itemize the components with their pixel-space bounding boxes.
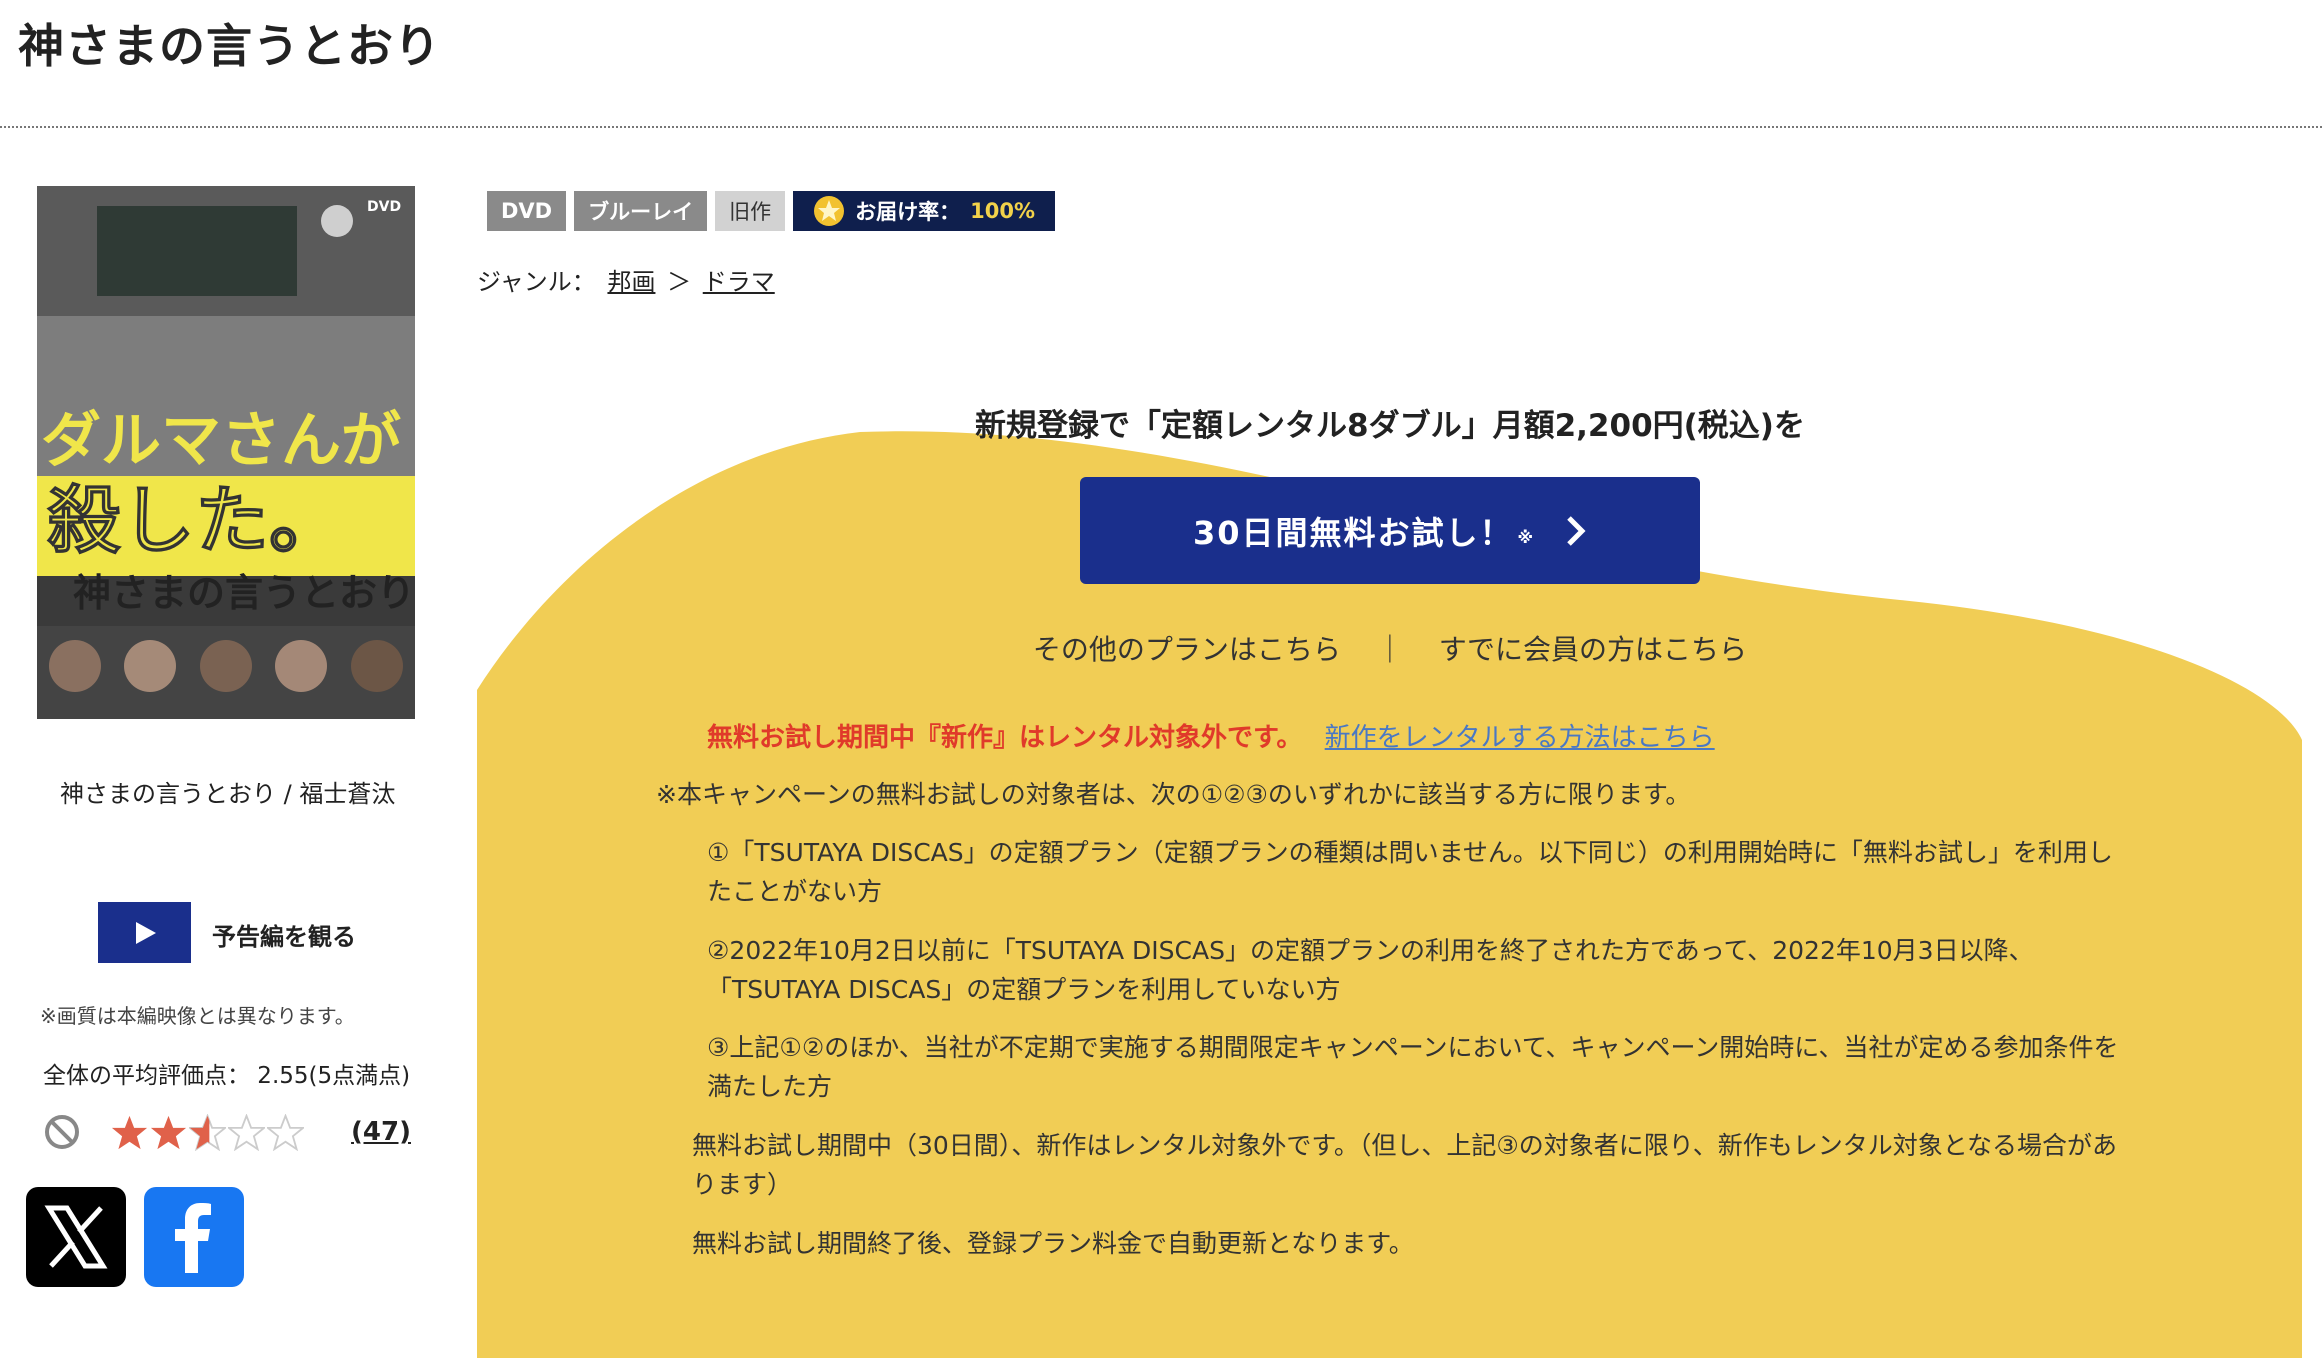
delivery-percent: 100% bbox=[970, 199, 1036, 223]
new-release-warning: 無料お試し期間中『新作』はレンタル対象外です。 bbox=[707, 723, 1303, 753]
free-trial-button[interactable]: 30日間無料お試し！ ※ bbox=[1080, 477, 1700, 584]
terms-auto-renewal: 無料お試し期間終了後、登録プラン料金で自動更新となります。 bbox=[692, 1229, 1414, 1258]
new-release-notice: 無料お試し期間中『新作』はレンタル対象外です。 新作をレンタルする方法はこちら bbox=[707, 717, 1715, 754]
star-empty-icon bbox=[228, 1113, 265, 1151]
star-full-icon bbox=[150, 1115, 187, 1149]
not-interested-icon[interactable] bbox=[43, 1113, 81, 1151]
share-x-button[interactable] bbox=[26, 1187, 126, 1287]
genre-label: ジャンル： bbox=[477, 268, 596, 296]
cover-image[interactable]: DVD ダルマさんが 殺した。 神さまの言うとおり bbox=[37, 186, 415, 719]
title-divider bbox=[0, 126, 2322, 128]
cover-caption: 神さまの言うとおり / 福士蒼汰 bbox=[60, 780, 396, 808]
badge-delivery-rate: お届け率： 100% bbox=[793, 191, 1056, 231]
star-empty-icon bbox=[267, 1113, 304, 1151]
genre-link-hogaku[interactable]: 邦画 bbox=[607, 268, 655, 296]
star-half-icon bbox=[189, 1113, 226, 1151]
free-trial-note-mark: ※ bbox=[1517, 528, 1536, 547]
cover-text-bottom: 殺した。 bbox=[47, 478, 343, 564]
link-separator: ｜ bbox=[1375, 633, 1404, 666]
trailer-label[interactable]: 予告編を観る bbox=[212, 917, 356, 952]
dvd-logo: DVD bbox=[367, 199, 401, 215]
badge-dvd: DVD bbox=[487, 191, 567, 231]
quality-note: ※画質は本編映像とは異なります。 bbox=[40, 1004, 355, 1028]
terms-item-1: ①「TSUTAYA DISCAS」の定額プラン（定額プランの種類は問いません。以… bbox=[707, 838, 2113, 906]
trailer-play-button[interactable] bbox=[98, 902, 191, 963]
genre-link-drama[interactable]: ドラマ bbox=[703, 268, 775, 296]
genre-separator: ＞ bbox=[667, 268, 692, 296]
badge-old-release: 旧作 bbox=[715, 191, 786, 231]
terms-item-2: ②2022年10月2日以前に「TSUTAYA DISCAS」の定額プランの利用を… bbox=[707, 936, 2034, 1004]
terms-item-3: ③上記①②のほか、当社が不定期で実施する期間限定キャンペーンにおいて、キャンペー… bbox=[707, 1033, 2119, 1101]
star-full-icon bbox=[111, 1115, 148, 1149]
rating-row: (47) bbox=[43, 1108, 423, 1156]
share-facebook-button[interactable] bbox=[144, 1187, 244, 1287]
review-count-link[interactable]: (47) bbox=[351, 1117, 411, 1147]
terms-new-release-note: 無料お試し期間中（30日間）、新作はレンタル対象外です。（但し、上記③の対象者に… bbox=[692, 1131, 2117, 1199]
delivery-label: お届け率： bbox=[855, 200, 961, 224]
average-rating: 全体の平均評価点： 2.55(5点満点) bbox=[43, 1063, 411, 1089]
page-title: 神さまの言うとおり bbox=[18, 19, 441, 73]
free-trial-label: 30日間無料お試し！ bbox=[1192, 513, 1514, 552]
member-login-link[interactable]: すでに会員の方はこちら bbox=[1439, 633, 1747, 666]
other-plans-link[interactable]: その他のプランはこちら bbox=[1033, 633, 1341, 666]
new-release-howto-link[interactable]: 新作をレンタルする方法はこちら bbox=[1325, 723, 1715, 753]
gold-star-icon bbox=[814, 196, 845, 226]
plan-links: その他のプランはこちら ｜ すでに会員の方はこちら bbox=[477, 628, 2303, 668]
facebook-logo-icon bbox=[175, 1203, 211, 1273]
format-badges: DVD ブルーレイ 旧作 お届け率： 100% bbox=[487, 191, 1056, 231]
cover-text-top: ダルマさんが bbox=[41, 406, 401, 476]
chevron-right-icon bbox=[1567, 515, 1586, 546]
genre-breadcrumb: ジャンル： 邦画 ＞ ドラマ bbox=[477, 262, 779, 297]
badge-bluray: ブルーレイ bbox=[574, 191, 708, 231]
x-logo-icon bbox=[44, 1205, 108, 1269]
terms-intro: ※本キャンペーンの無料お試しの対象者は、次の①②③のいずれかに該当する方に限りま… bbox=[656, 780, 1691, 809]
promo-headline: 新規登録で「定額レンタル8ダブル」月額2,200円(税込)を bbox=[975, 408, 1805, 444]
cover-subtitle: 神さまの言うとおり bbox=[73, 571, 415, 615]
play-icon bbox=[135, 921, 156, 944]
rating-stars[interactable] bbox=[111, 1113, 304, 1151]
